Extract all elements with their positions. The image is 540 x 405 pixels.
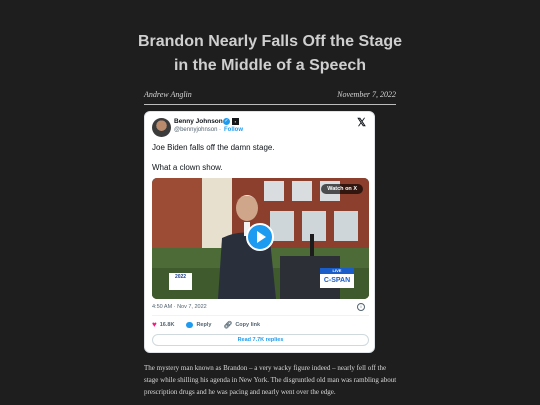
tweet-divider (152, 315, 369, 316)
org-badge-icon: ▪ (232, 118, 239, 125)
play-button[interactable] (246, 223, 274, 251)
event-logo: 2022 (169, 273, 192, 290)
copy-link-label: Copy link (235, 321, 261, 328)
reply-icon (186, 321, 194, 328)
title-line-2: in the Middle of a Speech (173, 57, 367, 74)
x-logo-icon[interactable]: 𝕏 (357, 116, 366, 129)
tweet-handle[interactable]: @bennyjohnson (174, 127, 217, 133)
reply-button[interactable]: Reply (186, 321, 212, 328)
tweet-actions: ♥ 16.8K Reply 🔗︎ Copy link (152, 320, 260, 329)
play-icon (256, 231, 266, 243)
article-title: Brandon Nearly Falls Off the Stage in th… (130, 30, 410, 78)
like-button[interactable]: ♥ 16.8K (152, 320, 174, 329)
separator-dot: · (219, 127, 221, 133)
like-count: 16.8K (159, 321, 175, 328)
tweet-timestamp[interactable]: 4:50 AM · Nov 7, 2022 (152, 304, 207, 310)
verified-badge-icon: ✓ (223, 118, 230, 125)
publish-date: November 7, 2022 (337, 90, 396, 99)
info-icon[interactable]: i (357, 303, 365, 311)
video-thumbnail[interactable]: Watch on X 2022 LIVE C-SPAN (152, 178, 369, 299)
embedded-tweet[interactable]: Benny Johnson ✓ ▪ @bennyjohnson · Follow… (144, 111, 375, 353)
author-name[interactable]: Andrew Anglin (144, 90, 192, 99)
watch-on-x-button[interactable]: Watch on X (321, 184, 363, 194)
divider (144, 104, 396, 105)
copy-link-button[interactable]: 🔗︎ Copy link (223, 321, 260, 329)
read-replies-button[interactable]: Read 7.7K replies (152, 334, 369, 346)
byline: Andrew Anglin November 7, 2022 (144, 90, 396, 99)
avatar[interactable] (152, 118, 171, 137)
tweet-text-line-2: What a clown show. (152, 163, 223, 172)
cspan-logo: C-SPAN (320, 274, 354, 288)
reply-label: Reply (196, 321, 212, 328)
article-body: The mystery man known as Brandon – a ver… (144, 364, 397, 396)
follow-button[interactable]: Follow (224, 127, 243, 133)
tweet-author-name[interactable]: Benny Johnson (174, 118, 223, 125)
heart-icon: ♥ (152, 320, 157, 329)
tweet-text-line-1: Joe Biden falls off the damn stage. (152, 143, 275, 152)
title-line-1: Brandon Nearly Falls Off the Stage (137, 33, 403, 50)
link-icon: 🔗︎ (223, 321, 233, 329)
